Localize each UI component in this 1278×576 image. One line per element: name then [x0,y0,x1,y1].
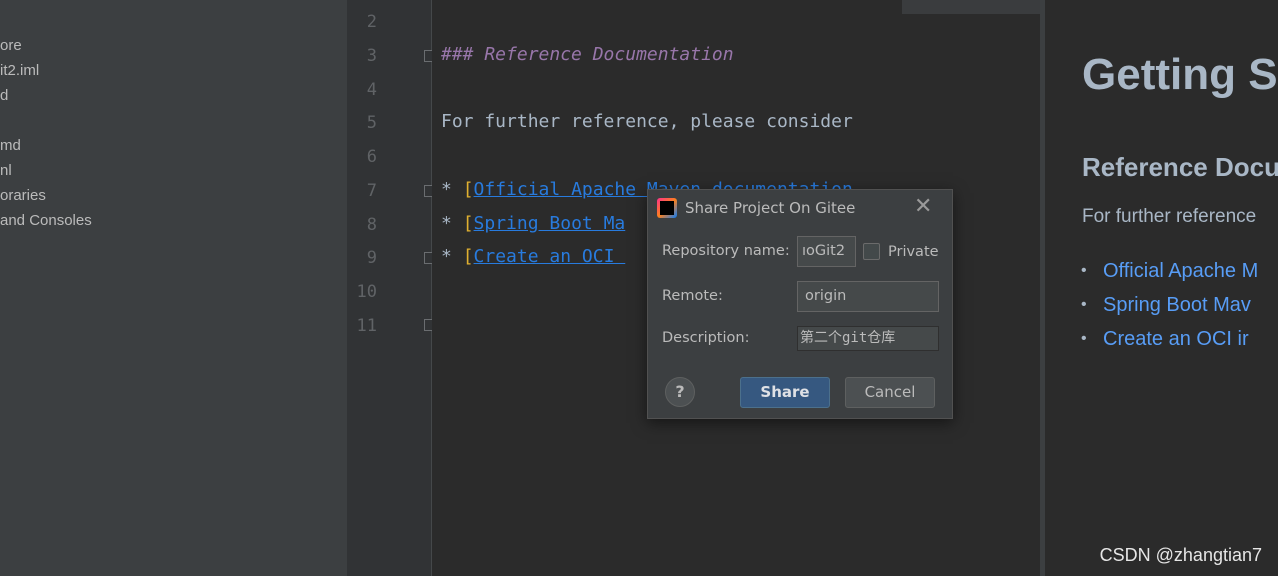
line-number: 5 [366,113,377,133]
preview-title: Getting S [1082,50,1278,99]
repo-name-label: Repository name: [662,243,790,259]
description-input[interactable]: 第二个git仓库 [797,326,939,351]
bullet: * [441,246,463,267]
repo-name-input[interactable]: ıoGit2 [797,236,856,267]
editor-gutter: 2 3 4 5 6 7 8 9 10 11 [347,0,435,576]
preview-subtitle: Reference Docu [1082,152,1278,182]
tree-item[interactable]: md [0,137,21,154]
preview-link[interactable]: Create an OCI ir [1081,328,1249,351]
tree-item[interactable]: nl [0,162,12,179]
code-line-text: For further reference, please consider [441,111,853,132]
help-button[interactable]: ? [665,377,695,407]
code-line-link: * [Create an OCI [441,246,625,267]
preview-link[interactable]: Official Apache M [1081,260,1258,283]
intellij-logo-icon [657,198,677,218]
preview-text: For further reference [1082,206,1257,227]
close-icon[interactable]: ✕ [914,194,932,219]
link-text[interactable]: Create an OCI [474,246,626,267]
description-label: Description: [662,330,750,346]
share-button[interactable]: Share [740,377,830,408]
private-label[interactable]: Private [888,244,939,260]
bullet: * [441,179,463,200]
tree-item-scratches[interactable]: and Consoles [0,212,92,229]
line-number: 9 [366,248,377,268]
bullet: * [441,213,463,234]
line-number: 11 [356,316,377,336]
preview-link[interactable]: Spring Boot Mav [1081,294,1251,317]
tree-item[interactable]: d [0,87,8,104]
code-line-link: * [Spring Boot Ma [441,213,625,234]
link-text[interactable]: Spring Boot Ma [474,213,626,234]
bracket: [ [462,179,474,200]
bracket: [ [462,246,474,267]
minimap[interactable] [902,0,1040,14]
tree-item-external-libraries[interactable]: oraries [0,187,46,204]
remote-label: Remote: [662,288,723,304]
tree-item[interactable]: ore [0,37,22,54]
line-number: 4 [366,80,377,100]
line-number: 8 [366,215,377,235]
markdown-preview: Getting S Reference Docu For further ref… [1045,0,1278,576]
line-number: 10 [356,282,377,302]
line-number: 2 [366,12,377,32]
tree-item[interactable]: it2.iml [0,62,39,79]
line-number: 7 [366,181,377,201]
project-tree: ore it2.iml d md nl oraries and Consoles [0,0,347,576]
cancel-button[interactable]: Cancel [845,377,935,408]
code-line-heading: ### Reference Documentation [441,44,734,65]
share-project-dialog: Share Project On Gitee ✕ Repository name… [647,189,953,419]
private-checkbox[interactable] [863,243,880,260]
bracket: [ [462,213,474,234]
watermark: CSDN @zhangtian7 [1099,545,1262,565]
line-number: 6 [366,147,377,167]
dialog-title: Share Project On Gitee [685,199,856,217]
line-number: 3 [366,46,377,66]
remote-input[interactable]: origin [797,281,939,312]
